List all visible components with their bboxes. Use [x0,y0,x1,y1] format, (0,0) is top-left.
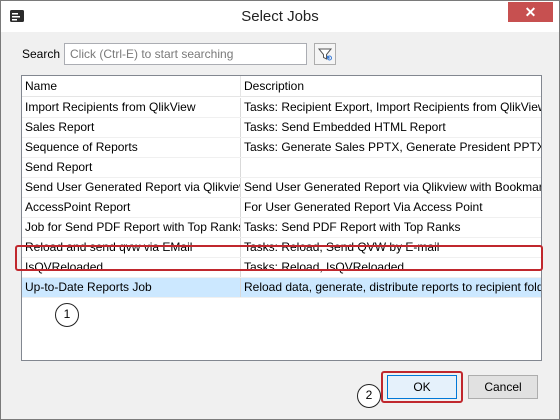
job-name-cell: Up-to-Date Reports Job [22,278,241,297]
column-header-name[interactable]: Name [22,76,241,97]
table-row[interactable]: Reload and send qvw via EMail Tasks: Relo… [22,238,541,258]
table-row[interactable]: Sales Report Tasks: Send Embedded HTML Re… [22,118,541,138]
job-name-cell: Sequence of Reports [22,138,241,157]
job-name-cell: Sales Report [22,118,241,137]
table-row[interactable]: Sequence of Reports Tasks: Generate Sales… [22,138,541,158]
job-name-cell: Job for Send PDF Report with Top Ranks [22,218,241,237]
job-name-cell: IsQVReloaded [22,258,241,277]
job-description-cell: Reload data, generate, distribute report… [244,280,541,294]
table-row[interactable]: Send User Generated Report via Qlikview S… [22,178,541,198]
job-description-cell: Send User Generated Report via Qlikview … [244,180,541,194]
job-description-cell: Tasks: Generate Sales PPTX, Generate Pre… [244,140,541,154]
search-label: Search [22,47,61,61]
job-name-cell: AccessPoint Report [22,198,241,217]
job-name-cell: Import Recipients from QlikView [22,98,241,117]
table-row[interactable]: Send Report [22,158,541,178]
table-row[interactable]: IsQVReloaded Tasks: Reload, IsQVReloaded [22,258,541,278]
job-description-cell: Tasks: Recipient Export, Import Recipien… [244,100,541,114]
callout-2: 2 [357,384,381,408]
job-description-cell: Tasks: Send PDF Report with Top Ranks [244,220,461,234]
window-title: Select Jobs [241,8,319,25]
table-header: Name Description [22,76,541,97]
job-description-cell: Tasks: Reload, IsQVReloaded [244,260,405,274]
filter-button[interactable] [314,43,336,65]
table-row[interactable]: Import Recipients from QlikView Tasks: Re… [22,98,541,118]
ok-button[interactable]: OK [387,375,457,399]
close-icon: ✕ [524,4,537,20]
title-bar[interactable]: Select Jobs ✕ [1,1,559,32]
close-button[interactable]: ✕ [508,2,553,22]
select-jobs-dialog: Select Jobs ✕ Search Name Description Im… [0,0,560,420]
job-description-cell: For User Generated Report Via Access Poi… [244,200,483,214]
job-description-cell [241,158,541,177]
table-row[interactable]: AccessPoint Report For User Generated Rep… [22,198,541,218]
column-header-description[interactable]: Description [241,76,541,97]
job-name-cell: Reload and send qvw via EMail [22,238,241,257]
job-description-cell: Tasks: Send Embedded HTML Report [244,120,446,134]
job-name-cell: Send User Generated Report via Qlikview [22,178,241,197]
job-name-cell: Send Report [22,158,241,177]
filter-icon [317,48,333,61]
search-input[interactable] [64,43,307,65]
job-description-cell: Tasks: Reload, Send QVW by E-mail [244,240,440,254]
jobs-table[interactable]: Name Description Import Recipients from … [21,75,542,361]
cancel-button[interactable]: Cancel [468,375,538,399]
table-row[interactable]: Up-to-Date Reports Job Reload data, gener… [22,278,541,298]
callout-1: 1 [55,303,79,327]
table-row[interactable]: Job for Send PDF Report with Top Ranks Ta… [22,218,541,238]
